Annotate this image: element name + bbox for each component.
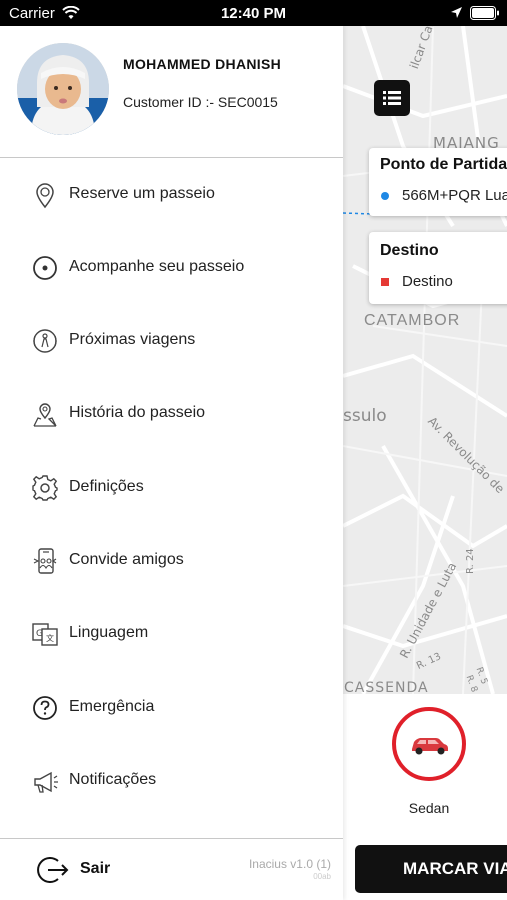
menu-label: Acompanhe seu passeio (69, 258, 245, 275)
menu-label: História do passeio (69, 404, 206, 421)
pickup-value: 566M+PQR Luan (402, 187, 507, 204)
question-circle-icon (31, 694, 59, 722)
menu-label: Reserve um passeio (69, 185, 215, 202)
destination-square-icon (381, 278, 389, 286)
menu-item-reserve-ride[interactable]: Reserve um passeio (0, 165, 343, 225)
megaphone-icon (31, 767, 59, 795)
map-streets (343, 26, 507, 694)
clock: 12:40 PM (220, 5, 287, 22)
upcoming-trip-icon (31, 327, 59, 355)
invite-phone-icon (31, 547, 59, 575)
svg-text:文: 文 (46, 633, 54, 643)
target-circle-icon (31, 254, 59, 282)
battery-icon (470, 6, 500, 25)
menu-item-notifications[interactable]: Notificações (0, 751, 343, 811)
car-icon (412, 738, 448, 755)
map-label: CASSENDA (344, 680, 429, 694)
status-bar: Carrier 12:40 PM (0, 0, 507, 26)
book-ride-button[interactable]: MARCAR VIA (355, 845, 507, 893)
map-label: R. 24 (465, 548, 476, 574)
sedan-option[interactable] (392, 707, 466, 781)
map-label: CATAMBOR (364, 312, 461, 329)
menu-label: Linguagem (69, 624, 149, 641)
menu-item-invite-friends[interactable]: Convide amigos (0, 531, 343, 591)
map-label: ssulo (343, 406, 387, 426)
pickup-title: Ponto de Partida (380, 156, 507, 173)
app-build: 00ab (313, 872, 331, 881)
logout-icon (36, 854, 70, 891)
menu-label: Emergência (69, 698, 155, 715)
app-version: Inacius v1.0 (1) (248, 857, 331, 871)
menu-label: Convide amigos (69, 551, 184, 568)
location-pin-icon (31, 181, 59, 209)
sedan-label: Sedan (408, 800, 450, 816)
logout-label: Sair (80, 860, 111, 877)
menu-label: Definições (69, 478, 144, 495)
list-icon (383, 91, 401, 105)
destination-title: Destino (380, 242, 439, 259)
logout-button[interactable]: Sair (36, 852, 156, 888)
map-view[interactable]: ilcar Cabra MAIANG CATAMBOR ssulo Av. Re… (343, 26, 507, 694)
map-menu-button[interactable] (374, 80, 410, 116)
location-arrow-icon (450, 6, 463, 24)
menu-item-language[interactable]: G文 Linguagem (0, 604, 343, 664)
destination-card[interactable]: Destino Destino (369, 232, 507, 304)
gear-icon (31, 474, 59, 502)
menu-item-upcoming-trips[interactable]: Próximas viagens (0, 311, 343, 371)
footer-divider (0, 838, 343, 839)
menu-label: Próximas viagens (69, 331, 196, 348)
avatar (17, 43, 109, 135)
customer-id: Customer ID :- SEC0015 (123, 94, 278, 110)
pickup-dot-icon (381, 192, 389, 200)
user-name: MOHAMMED DHANISH (123, 56, 282, 72)
side-drawer: MOHAMMED DHANISH Customer ID :- SEC0015 … (0, 26, 343, 900)
menu-label: Notificações (69, 771, 157, 788)
destination-value: Destino (402, 273, 453, 290)
profile-header[interactable]: MOHAMMED DHANISH Customer ID :- SEC0015 (0, 26, 343, 158)
menu-item-settings[interactable]: Definições (0, 458, 343, 518)
svg-text:G: G (36, 629, 43, 639)
map-history-icon (31, 400, 59, 428)
menu-item-emergency[interactable]: Emergência (0, 678, 343, 738)
menu-item-ride-history[interactable]: História do passeio (0, 384, 343, 444)
translate-icon: G文 (31, 620, 59, 648)
pickup-card[interactable]: Ponto de Partida 566M+PQR Luan (369, 148, 507, 216)
menu-item-track-ride[interactable]: Acompanhe seu passeio (0, 238, 343, 298)
